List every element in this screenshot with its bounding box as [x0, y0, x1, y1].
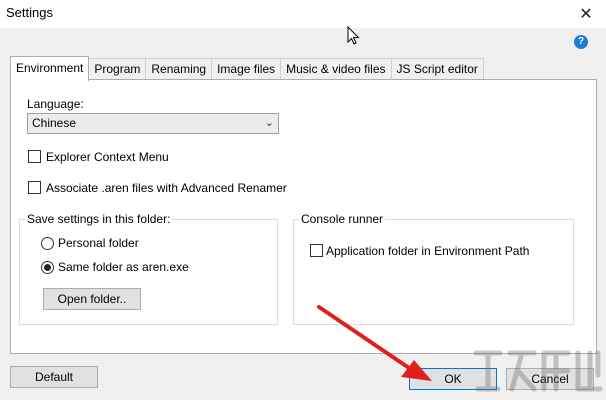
tab-image-files[interactable]: Image files: [211, 58, 282, 80]
help-icon[interactable]: ?: [574, 35, 588, 49]
personal-folder-radio[interactable]: [41, 237, 54, 250]
associate-aren-checkbox[interactable]: [28, 181, 41, 194]
same-folder-label[interactable]: Same folder as aren.exe: [58, 260, 189, 274]
close-button[interactable]: ✕: [566, 0, 606, 28]
tab-renaming[interactable]: Renaming: [145, 58, 213, 80]
app-folder-env-path-label[interactable]: Application folder in Environment Path: [326, 244, 529, 258]
language-select[interactable]: Chinese ⌄: [27, 113, 279, 134]
mouse-cursor-icon: [347, 26, 360, 45]
watermark-logo-icon: [473, 350, 603, 392]
language-label: Language:: [27, 97, 84, 111]
same-folder-radio[interactable]: [41, 261, 54, 274]
window-title: Settings: [6, 5, 53, 20]
tab-environment[interactable]: Environment: [10, 56, 90, 81]
default-button[interactable]: Default: [10, 366, 98, 388]
language-value: Chinese: [32, 116, 77, 130]
console-runner-group: Console runner Application folder in Env…: [293, 212, 574, 325]
open-folder-button[interactable]: Open folder..: [43, 288, 141, 310]
tab-music-video-files[interactable]: Music & video files: [280, 58, 392, 80]
tab-program[interactable]: Program: [88, 58, 147, 80]
chevron-down-icon: ⌄: [264, 117, 274, 129]
save-settings-title: Save settings in this folder:: [25, 212, 173, 226]
tab-bar: Environment Program Renaming Image files…: [10, 56, 484, 81]
tab-js-script-editor[interactable]: JS Script editor: [390, 58, 484, 80]
close-icon: ✕: [579, 6, 593, 23]
app-folder-env-path-checkbox[interactable]: [310, 244, 323, 257]
explorer-context-menu-checkbox[interactable]: [28, 150, 41, 163]
personal-folder-label[interactable]: Personal folder: [58, 236, 139, 250]
save-settings-group: Save settings in this folder: Personal f…: [19, 212, 278, 325]
explorer-context-menu-label[interactable]: Explorer Context Menu: [46, 150, 169, 164]
environment-panel: Language: Chinese ⌄ Explorer Context Men…: [10, 79, 597, 354]
console-runner-title: Console runner: [299, 212, 386, 226]
title-bar: Settings ✕: [0, 0, 606, 28]
associate-aren-label[interactable]: Associate .aren files with Advanced Rena…: [46, 181, 287, 195]
